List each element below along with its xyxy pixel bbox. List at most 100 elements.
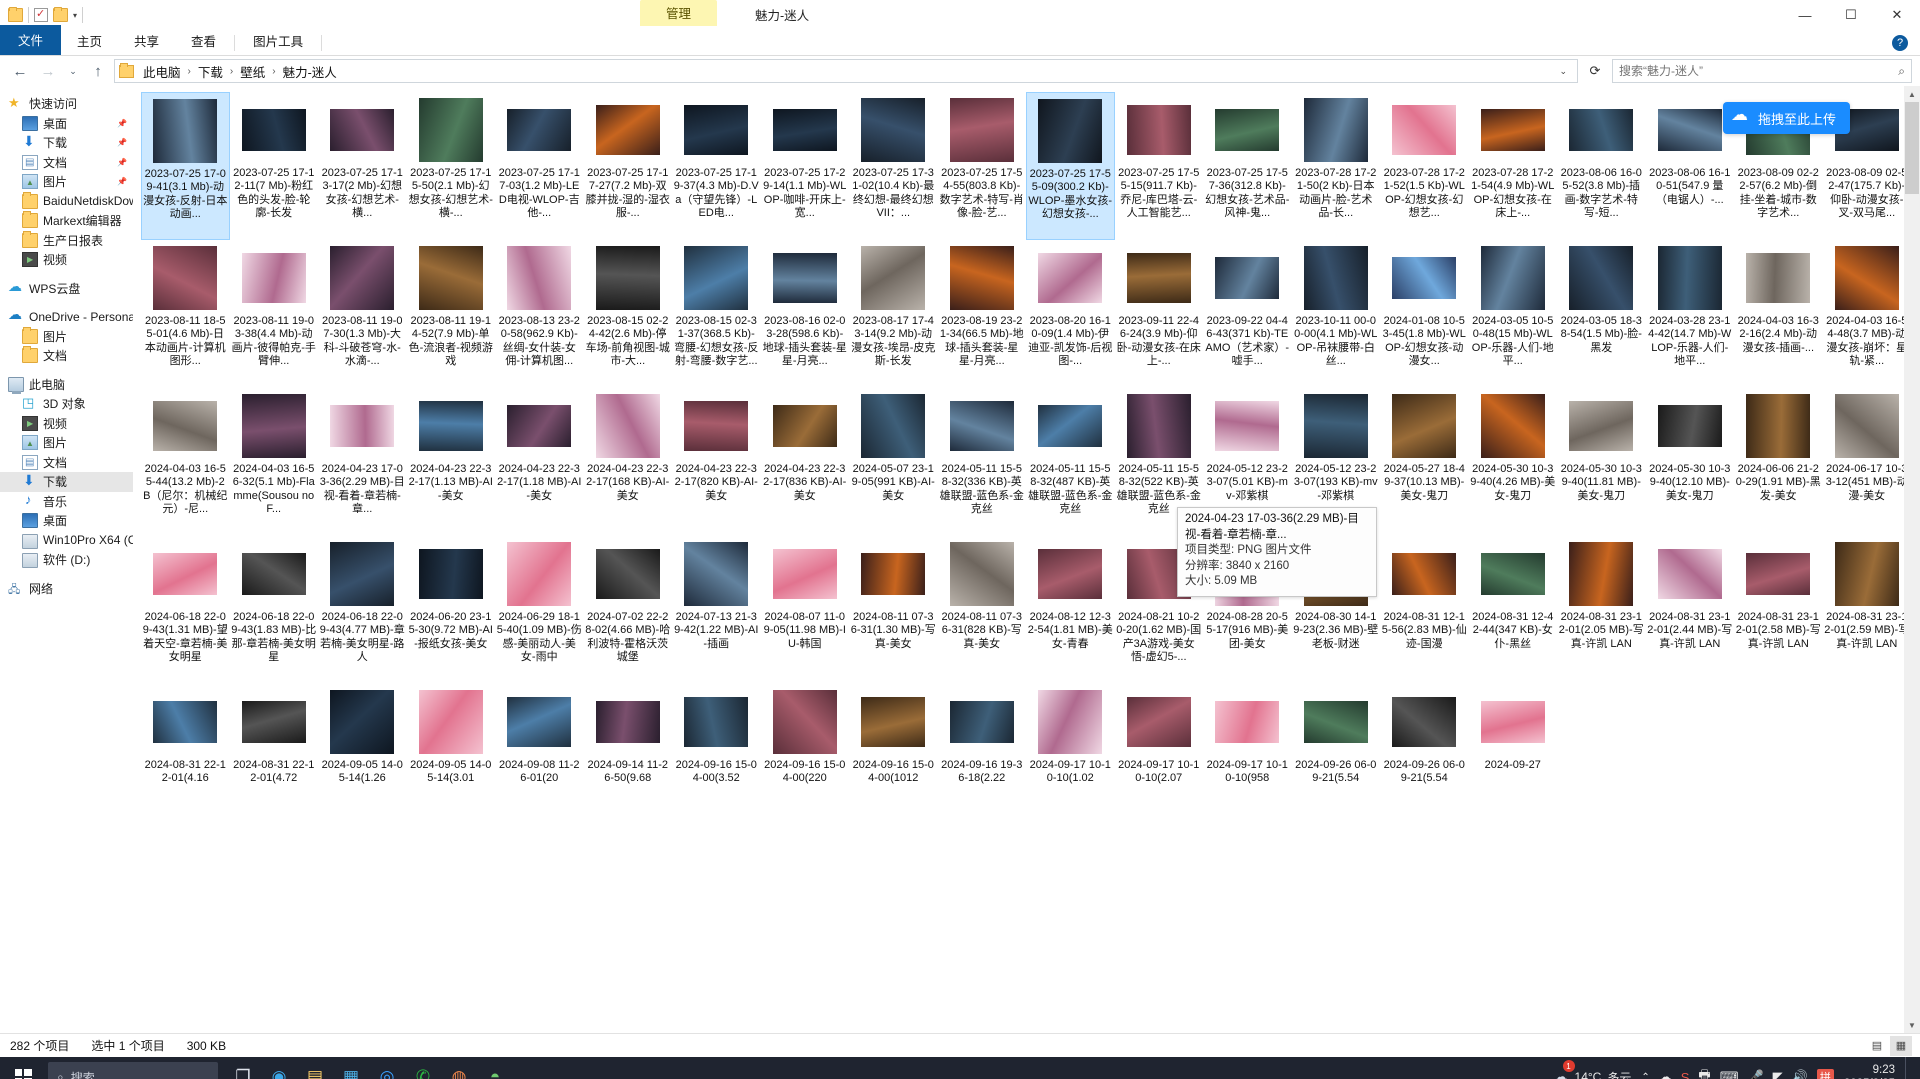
file-tile[interactable]: 2023-08-11 19-14-52(7.9 Mb)-单色-流浪者-视频游戏 (407, 240, 496, 388)
file-list-pane[interactable]: 2023-07-25 17-09-41(3.1 Mb)-动漫女孩-反射-日本动画… (133, 86, 1920, 1033)
properties-icon[interactable] (34, 7, 48, 22)
sidebar-item-15[interactable]: 视频 (0, 414, 133, 434)
breadcrumb-item-3[interactable]: 魅力-迷人 (280, 60, 340, 83)
microphone-tray-icon[interactable]: 🎤 (1747, 1069, 1763, 1079)
file-tile[interactable]: 2023-10-11 00-00-00(4.1 Mb)-WLOP-吊袜腰带-白丝… (1292, 240, 1381, 388)
start-button[interactable] (0, 1057, 46, 1079)
file-tile[interactable]: 2024-06-18 22-09-43(1.31 MB)-望着天空-章若楠-美女… (141, 536, 230, 684)
file-tile[interactable]: 2023-08-20 16-10-09(1.4 Mb)-伊迪亚-凯发饰-后视图-… (1026, 240, 1115, 388)
chevron-down-icon[interactable]: ⌄ (1553, 66, 1573, 77)
file-tile[interactable]: 2024-05-07 23-19-05(991 KB)-AI-美女 (849, 388, 938, 536)
file-tile[interactable]: 2024-05-27 18-49-37(10.13 MB)-美女-鬼刀 (1380, 388, 1469, 536)
sidebar-item-16[interactable]: 图片 (0, 433, 133, 453)
file-tile[interactable]: 2023-07-28 17-21-52(1.5 Kb)-WLOP-幻想女孩-幻想… (1380, 92, 1469, 240)
minimize-button[interactable]: — (1782, 0, 1828, 30)
sidebar-item-12[interactable]: 文档 (0, 346, 133, 366)
file-tile[interactable]: 2024-08-31 23-12-01(2.59 MB)-写真-许凯 LAN (1823, 536, 1912, 684)
file-tile[interactable]: 2023-08-11 19-03-38(4.4 Mb)-动画片-彼得帕克-手臂伸… (230, 240, 319, 388)
search-input[interactable] (1619, 64, 1899, 78)
sidebar-item-13[interactable]: 此电脑 (0, 375, 133, 395)
file-tile[interactable]: 2024-09-26 06-09-21(5.54 (1292, 684, 1381, 832)
sidebar-item-3[interactable]: 文档 📌 (0, 153, 133, 173)
printer-tray-icon[interactable]: 🖶 (1698, 1066, 1710, 1079)
edge-icon[interactable]: ◉ (264, 1060, 294, 1079)
forward-button[interactable]: → (36, 60, 60, 82)
pin-icon[interactable]: 📌 (117, 138, 127, 147)
file-tile[interactable]: 2023-07-25 17-13-17(2 Mb)-幻想女孩-幻想艺术-横... (318, 92, 407, 240)
file-tile[interactable]: 2024-08-07 11-09-05(11.98 MB)-IU-韩国 (761, 536, 850, 684)
file-tile[interactable]: 2024-08-31 23-12-01(2.05 MB)-写真-许凯 LAN (1557, 536, 1646, 684)
file-tile[interactable]: 2023-07-25 17-57-36(312.8 Kb)-幻想女孩-艺术品-风… (1203, 92, 1292, 240)
file-tile[interactable]: 2024-09-17 10-10-10(2.07 (1115, 684, 1204, 832)
sidebar-item-0[interactable]: 快速访问 (0, 94, 133, 114)
file-tile[interactable]: 2024-08-11 07-36-31(828 KB)-写真-美女 (938, 536, 1027, 684)
sidebar-item-19[interactable]: 音乐 (0, 492, 133, 512)
file-tile[interactable]: 2024-08-12 12-32-54(1.81 MB)-美女-青春 (1026, 536, 1115, 684)
file-tile[interactable]: 2024-05-11 15-58-32(487 KB)-英雄联盟-蓝色系-金克丝 (1026, 388, 1115, 536)
sidebar-item-4[interactable]: 图片 📌 (0, 172, 133, 192)
file-tile[interactable]: 2023-08-19 23-21-34(66.5 Mb)-地球-插头套装-星星-… (938, 240, 1027, 388)
file-tile[interactable]: 2024-08-31 22-12-01(4.72 (230, 684, 319, 832)
contextual-tab-label[interactable]: 管理 (640, 0, 718, 26)
file-tile[interactable]: 2024-06-17 10-33-12(451 MB)-动漫-美女 (1823, 388, 1912, 536)
tab-picture-tools[interactable]: 图片工具 (237, 27, 319, 55)
file-tile[interactable]: 2024-03-05 10-50-48(15 Mb)-WLOP-乐器-人们-地平… (1469, 240, 1558, 388)
file-tile[interactable]: 2024-04-23 22-32-17(836 KB)-AI-美女 (761, 388, 850, 536)
file-tile[interactable]: 2024-04-03 16-54-48(3.7 MB)-动漫女孩-崩坏：星轨-紧… (1823, 240, 1912, 388)
sidebar-item-2[interactable]: 下载 📌 (0, 133, 133, 153)
sidebar-item-11[interactable]: 图片 (0, 326, 133, 347)
network-tray-icon[interactable]: ⌨ (1720, 1069, 1739, 1079)
file-tile[interactable]: 2024-06-18 22-09-43(1.83 MB)-比那-章若楠-美女明星 (230, 536, 319, 684)
file-tile[interactable]: 2024-09-05 14-05-14(1.26 (318, 684, 407, 832)
file-tile[interactable]: 2024-04-23 22-32-17(168 KB)-AI-美女 (584, 388, 673, 536)
file-tile[interactable]: 2023-07-25 17-55-15(911.7 Kb)-乔尼-库巴塔-云-人… (1115, 92, 1204, 240)
file-tile[interactable]: 2024-07-02 22-28-02(4.66 MB)-哈利波特-霍格沃茨城堡 (584, 536, 673, 684)
up-button[interactable]: ↑ (86, 60, 110, 82)
scroll-up-icon[interactable]: ▲ (1904, 86, 1920, 102)
file-tile[interactable]: 2024-05-30 10-39-40(4.26 MB)-美女-鬼刀 (1469, 388, 1558, 536)
file-tile[interactable]: 2023-08-06 16-05-52(3.8 Mb)-插画-数字艺术-特写-短… (1557, 92, 1646, 240)
file-tile[interactable]: 2024-03-28 23-14-42(14.7 Mb)-WLOP-乐器-人们-… (1646, 240, 1735, 388)
sidebar-item-1[interactable]: 桌面 📌 (0, 114, 133, 134)
file-tile[interactable]: 2024-08-31 22-12-01(4.16 (141, 684, 230, 832)
browser-icon[interactable]: ◎ (372, 1060, 402, 1079)
sidebar-item-8[interactable]: 视频 (0, 250, 133, 270)
firefox-icon[interactable]: ◍ (444, 1060, 474, 1079)
breadcrumb-item-1[interactable]: 下载 (195, 60, 226, 83)
folder-icon[interactable] (8, 7, 23, 22)
file-tile[interactable]: 2023-07-25 17-17-03(1.2 Mb)-LED电视-WLOP-吉… (495, 92, 584, 240)
wps-tray-icon[interactable]: S (1681, 1070, 1690, 1079)
help-icon[interactable]: ? (1892, 35, 1908, 51)
refresh-button[interactable]: ⟳ (1582, 59, 1608, 83)
file-tile[interactable]: 2023-08-11 18-55-01(4.6 Mb)-日本动画片-计算机图形.… (141, 240, 230, 388)
pin-icon[interactable]: 📌 (117, 177, 127, 186)
file-tile[interactable]: 2024-09-08 11-26-01(20 (495, 684, 584, 832)
clock[interactable]: 9:23 2025/2/25 (1844, 1063, 1895, 1079)
sidebar-item-22[interactable]: 软件 (D:) (0, 550, 133, 570)
file-tile[interactable]: 2024-07-13 21-39-42(1.22 MB)-AI-插画 (672, 536, 761, 684)
upload-drop-chip[interactable]: 拖拽至此上传 (1722, 102, 1850, 134)
file-tile[interactable]: 2024-09-14 11-26-50(9.68 (584, 684, 673, 832)
sidebar-item-21[interactable]: Win10Pro X64 (C: (0, 531, 133, 551)
file-tile[interactable]: 2023-08-15 02-24-42(2.6 Mb)-停车场-前角视图-城市-… (584, 240, 673, 388)
file-tile[interactable]: 2024-05-30 10-39-40(11.81 MB)-美女-鬼刀 (1557, 388, 1646, 536)
wifi-tray-icon[interactable]: ◤ (1773, 1069, 1783, 1079)
file-tile[interactable]: 2023-08-06 16-10-51(547.9 量（电锯人）-... (1646, 92, 1735, 240)
file-tile[interactable]: 2023-07-25 17-15-50(2.1 Mb)-幻想女孩-幻想艺术-横-… (407, 92, 496, 240)
sidebar-item-10[interactable]: OneDrive - Persona (0, 306, 133, 327)
sidebar-item-17[interactable]: 文档 (0, 453, 133, 473)
pin-icon[interactable]: 📌 (117, 119, 127, 128)
details-view-icon[interactable]: ▤ (1866, 1036, 1888, 1056)
wechat-icon[interactable]: ✆ (408, 1060, 438, 1079)
file-tile[interactable]: 2024-09-17 10-10-10(1.02 (1026, 684, 1115, 832)
file-tile[interactable]: 2023-07-25 17-17-27(7.2 Mb)-双膝并拢-湿的-湿衣服-… (584, 92, 673, 240)
file-tile[interactable]: 2024-03-05 18-38-54(1.5 Mb)-脸-黑发 (1557, 240, 1646, 388)
file-tile[interactable]: 2023-09-11 22-46-24(3.9 Mb)-仰卧-动漫女孩-在床上-… (1115, 240, 1204, 388)
pin-icon[interactable]: 📌 (117, 158, 127, 167)
file-tile[interactable]: 2024-04-03 16-55-44(13.2 Mb)-2B（尼尔：机械纪元）… (141, 388, 230, 536)
taskbar-search[interactable]: ⌕ 搜索 (48, 1062, 218, 1079)
scroll-down-icon[interactable]: ▼ (1904, 1017, 1920, 1033)
file-tile[interactable]: 2024-06-29 18-15-40(1.09 MB)-伤感-美丽动人-美女-… (495, 536, 584, 684)
file-tile[interactable]: 2024-04-23 22-32-17(1.13 MB)-AI-美女 (407, 388, 496, 536)
store-icon[interactable]: ▦ (336, 1060, 366, 1079)
